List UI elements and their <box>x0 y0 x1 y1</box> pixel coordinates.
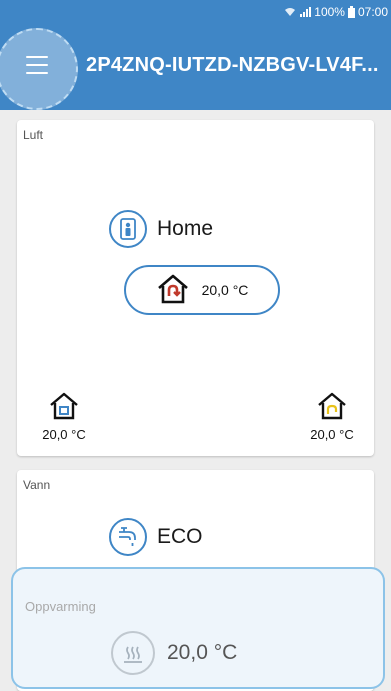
house-zone-blue-icon <box>49 392 79 423</box>
water-mode-button[interactable]: ECO <box>109 518 203 556</box>
battery-percent: 100% <box>314 5 345 19</box>
right-zone[interactable]: 20,0 °C <box>307 392 357 442</box>
page-title: 2P4ZNQ-IUTZD-NZBGV-LV4F... <box>86 54 379 76</box>
heating-panel[interactable]: Oppvarming 20,0 °C <box>11 567 385 689</box>
left-zone[interactable]: 20,0 °C <box>39 392 89 442</box>
water-card-label: Vann <box>23 478 51 492</box>
main-temperature-button[interactable]: 20,0 °C <box>124 265 280 315</box>
house-zone-yellow-icon <box>317 392 347 423</box>
house-heat-icon <box>156 273 190 308</box>
air-card: Luft Home 20,0 °C 20,0 °C 20,0 °C <box>17 120 374 456</box>
clock: 07:00 <box>357 5 388 19</box>
water-mode-label: ECO <box>157 525 203 548</box>
main-temperature-value: 20,0 °C <box>201 282 249 298</box>
app-bar: 2P4ZNQ-IUTZD-NZBGV-LV4F... <box>0 24 391 110</box>
signal-icon <box>299 6 312 18</box>
status-bar: 100% 07:00 <box>0 0 391 24</box>
right-zone-temp: 20,0 °C <box>310 427 354 442</box>
air-mode-button[interactable]: Home <box>109 210 213 248</box>
heating-temperature-value: 20,0 °C <box>167 641 238 664</box>
heating-temperature-button[interactable]: 20,0 °C <box>111 631 237 675</box>
wifi-icon <box>284 6 296 18</box>
heating-icon <box>111 631 155 675</box>
air-mode-label: Home <box>157 217 214 240</box>
battery-icon <box>347 6 355 18</box>
menu-icon[interactable] <box>26 56 48 74</box>
left-zone-temp: 20,0 °C <box>42 427 86 442</box>
person-home-icon <box>109 210 147 248</box>
air-card-label: Luft <box>23 128 44 142</box>
heating-label: Oppvarming <box>25 599 96 614</box>
faucet-icon <box>109 518 147 556</box>
